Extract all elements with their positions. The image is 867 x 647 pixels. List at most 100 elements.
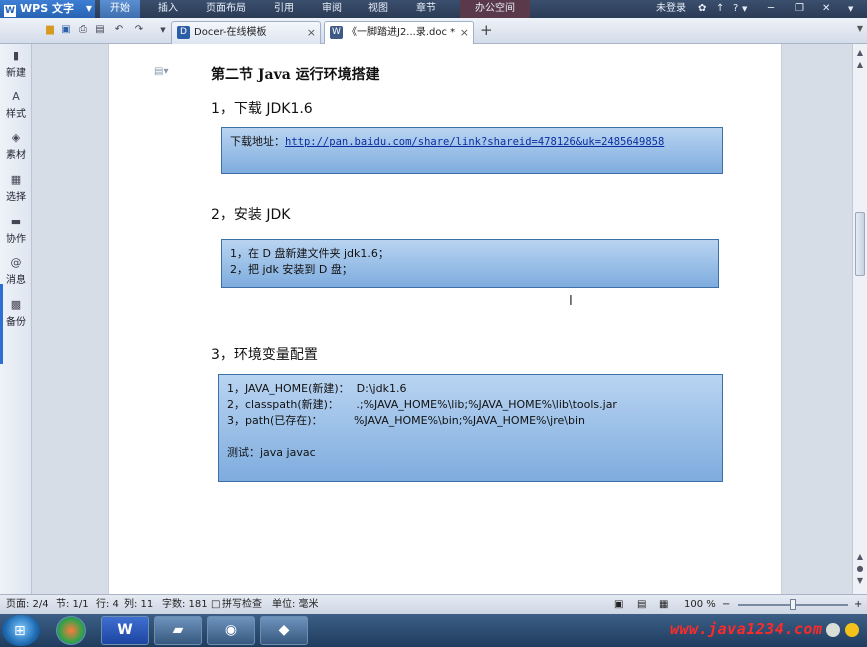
scroll-up-icon[interactable]: ▲ [855, 60, 865, 69]
sidebar-item-label: 选择 [6, 192, 26, 203]
test-line: 测试：java javac [227, 446, 316, 459]
close-icon[interactable]: × [307, 22, 316, 43]
checkbox-icon[interactable]: □ [211, 595, 220, 615]
wps-writer-icon[interactable]: W [101, 616, 149, 645]
login-link[interactable]: 未登录 [656, 0, 686, 18]
page-view-icon[interactable]: ▣ [614, 595, 623, 615]
sidebar-item-label: 新建 [6, 68, 26, 79]
zoom-slider-thumb[interactable] [790, 599, 796, 610]
status-spellcheck[interactable]: 拼写检查 [222, 595, 262, 615]
sidebar-item-label: 素材 [6, 150, 26, 161]
tray-smiley-icon[interactable] [845, 623, 859, 637]
document-area[interactable]: ▤▾ 第二节 Java 运行环境搭建 1，下载 JDK1.6 下载地址：http… [32, 44, 852, 594]
outline-view-icon[interactable]: ▤ [637, 595, 646, 615]
sidebar-item-label: 样式 [6, 109, 26, 120]
tab-home[interactable]: 开始 [100, 0, 140, 18]
section-title: 第二节 Java 运行环境搭建 [211, 67, 380, 83]
restore-icon[interactable]: ❐ [795, 0, 804, 18]
media-player-icon[interactable] [56, 616, 86, 645]
sidebar-item-label: 备份 [6, 317, 26, 328]
zoom-in-icon[interactable]: + [854, 595, 862, 615]
taskbar: ⊞ W ▰ ◉ ◆ www.java1234.com [0, 614, 867, 647]
sidebar-item-material[interactable]: ◈ 素材 [0, 131, 32, 162]
undo-icon[interactable]: ↶ [113, 24, 125, 36]
minimize-icon[interactable]: ─ [768, 0, 774, 18]
close-icon[interactable]: × [460, 22, 469, 43]
tab-references[interactable]: 引用 [264, 0, 304, 18]
scroll-up-icon[interactable]: ▲ [855, 48, 865, 57]
text-cursor-icon: I [569, 294, 573, 309]
select-browse-icon[interactable]: ● [855, 564, 865, 573]
tab-view[interactable]: 视图 [358, 0, 398, 18]
new-icon: ▮ [12, 49, 20, 62]
vertical-scrollbar[interactable]: ▲ ▲ ▲ ● ▼ [852, 44, 867, 594]
env-config-box: 1，JAVA_HOME(新建)： D:\jdk1.6 2，classpath(新… [218, 374, 723, 482]
ribbon-bar: W WPS 文字 ▼ 开始 插入 页面布局 引用 审阅 视图 章节 办公空间 未登… [0, 0, 867, 18]
app-name: WPS 文字 [20, 2, 74, 15]
start-button[interactable]: ⊞ [2, 615, 40, 646]
tab-chapter[interactable]: 章节 [406, 0, 446, 18]
tab-office-space[interactable]: 办公空间 [460, 0, 530, 18]
web-view-icon[interactable]: ▦ [659, 595, 668, 615]
tab-review[interactable]: 审阅 [312, 0, 352, 18]
document-icon: W [330, 26, 343, 39]
media-app-icon[interactable]: ▰ [154, 616, 202, 645]
status-words[interactable]: 字数: 181 [162, 595, 208, 615]
install-line: 1，在 D 盘新建文件夹 jdk1.6； [230, 247, 389, 260]
doc-tab-current[interactable]: W 《一脚踏进J2...录.doc * × [324, 21, 474, 44]
app-menu-button[interactable]: W WPS 文字 ▼ [0, 0, 95, 18]
sidebar-item-select[interactable]: ▦ 选择 [0, 174, 32, 204]
scroll-thumb[interactable] [855, 212, 865, 276]
download-link[interactable]: http://pan.baidu.com/share/link?shareid=… [285, 136, 664, 148]
tab-page-layout[interactable]: 页面布局 [198, 0, 254, 18]
zoom-value[interactable]: 100 % [684, 595, 716, 615]
step3-heading: 3，环境变量配置 [211, 347, 318, 363]
sidebar-item-collab[interactable]: ▬ 协作 [0, 215, 32, 246]
status-unit[interactable]: 单位: 毫米 [272, 595, 319, 615]
doc-tab-docer[interactable]: D Docer-在线模板 × [171, 21, 321, 44]
status-col: 列: 11 [124, 599, 154, 610]
material-icon: ◈ [11, 131, 21, 144]
sidebar-item-label: 协作 [6, 234, 26, 245]
status-page[interactable]: 页面: 2/4 [6, 595, 49, 615]
preview-icon[interactable]: ▤ [94, 24, 106, 36]
sidebar-item-backup[interactable]: ▩ 备份 [0, 299, 32, 329]
collab-icon: ▬ [10, 215, 22, 228]
help-button[interactable]: ? [733, 0, 738, 18]
prev-page-icon[interactable]: ▲ [855, 552, 865, 561]
windows-logo-icon: ⊞ [14, 623, 26, 639]
document-page[interactable]: ▤▾ 第二节 Java 运行环境搭建 1，下载 JDK1.6 下载地址：http… [108, 44, 782, 594]
save-icon[interactable]: ▣ [60, 24, 72, 36]
customize-dropdown-icon[interactable]: ▼ [157, 24, 169, 36]
download-box: 下载地址：http://pan.baidu.com/share/link?sha… [221, 127, 723, 174]
wps-window: W WPS 文字 ▼ 开始 插入 页面布局 引用 审阅 视图 章节 办公空间 未登… [0, 0, 867, 647]
paragraph-marker-icon[interactable]: ▤▾ [154, 66, 168, 77]
close-window-icon[interactable]: ✕ [822, 0, 830, 18]
next-page-icon[interactable]: ▼ [855, 576, 865, 585]
doc-tab-label: 《一脚踏进J2...录.doc * [347, 27, 456, 38]
tool-app-icon[interactable]: ◆ [260, 616, 308, 645]
up-arrow-icon[interactable]: ↑ [716, 0, 724, 18]
redo-icon[interactable]: ↷ [133, 24, 145, 36]
sidebar-item-new[interactable]: ▮ 新建 [0, 49, 32, 80]
new-tab-button[interactable]: + [480, 21, 493, 39]
install-box: 1，在 D 盘新建文件夹 jdk1.6； 2，把 jdk 安装到 D 盘； [221, 239, 719, 288]
style-icon: A [12, 90, 20, 103]
step1-heading: 1，下载 JDK1.6 [211, 101, 313, 117]
sidebar-item-message[interactable]: @ 消息 [0, 257, 32, 287]
print-icon[interactable]: ⎙ [77, 24, 89, 36]
tab-insert[interactable]: 插入 [148, 0, 188, 18]
chevron-down-icon[interactable]: ▼ [857, 24, 863, 33]
chrome-icon[interactable]: ◉ [207, 616, 255, 645]
chevron-down-icon: ▼ [85, 4, 92, 13]
open-folder-icon[interactable]: ▆ [44, 24, 56, 36]
ribbon-expand-icon[interactable]: ▼ [848, 0, 853, 18]
sidebar-item-style[interactable]: A 样式 [0, 90, 32, 121]
skin-icon[interactable]: ✿ [698, 0, 706, 18]
tray-icon[interactable] [826, 623, 840, 637]
zoom-out-icon[interactable]: − [722, 595, 730, 615]
docer-icon: D [177, 26, 190, 39]
step2-heading: 2，安装 JDK [211, 207, 291, 223]
chevron-down-icon[interactable]: ▼ [742, 0, 747, 18]
env-line: 2，classpath(新建)： .;%JAVA_HOME%\lib;%JAVA… [227, 398, 617, 411]
